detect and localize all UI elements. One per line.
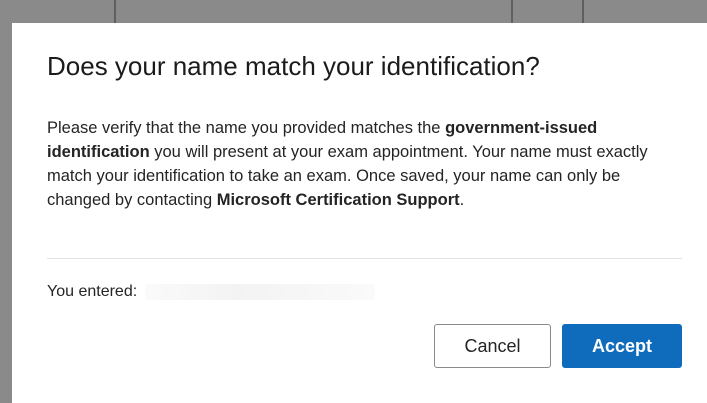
entered-name-row: You entered:	[47, 283, 376, 301]
cancel-button[interactable]: Cancel	[434, 324, 551, 368]
message-text: .	[459, 191, 465, 209]
message-emphasis-support: Microsoft Certification Support	[216, 191, 460, 209]
entered-name-label: You entered:	[47, 283, 138, 300]
divider	[47, 258, 682, 259]
message-text: Please verify that the name you provided…	[47, 119, 446, 137]
entered-name-value-redacted	[145, 283, 376, 300]
dialog-message: Please verify that the name you provided…	[47, 116, 657, 212]
dialog-title: Does your name match your identification…	[47, 51, 540, 81]
accept-button[interactable]: Accept	[562, 324, 682, 368]
name-verification-dialog: Does your name match your identification…	[12, 23, 707, 403]
